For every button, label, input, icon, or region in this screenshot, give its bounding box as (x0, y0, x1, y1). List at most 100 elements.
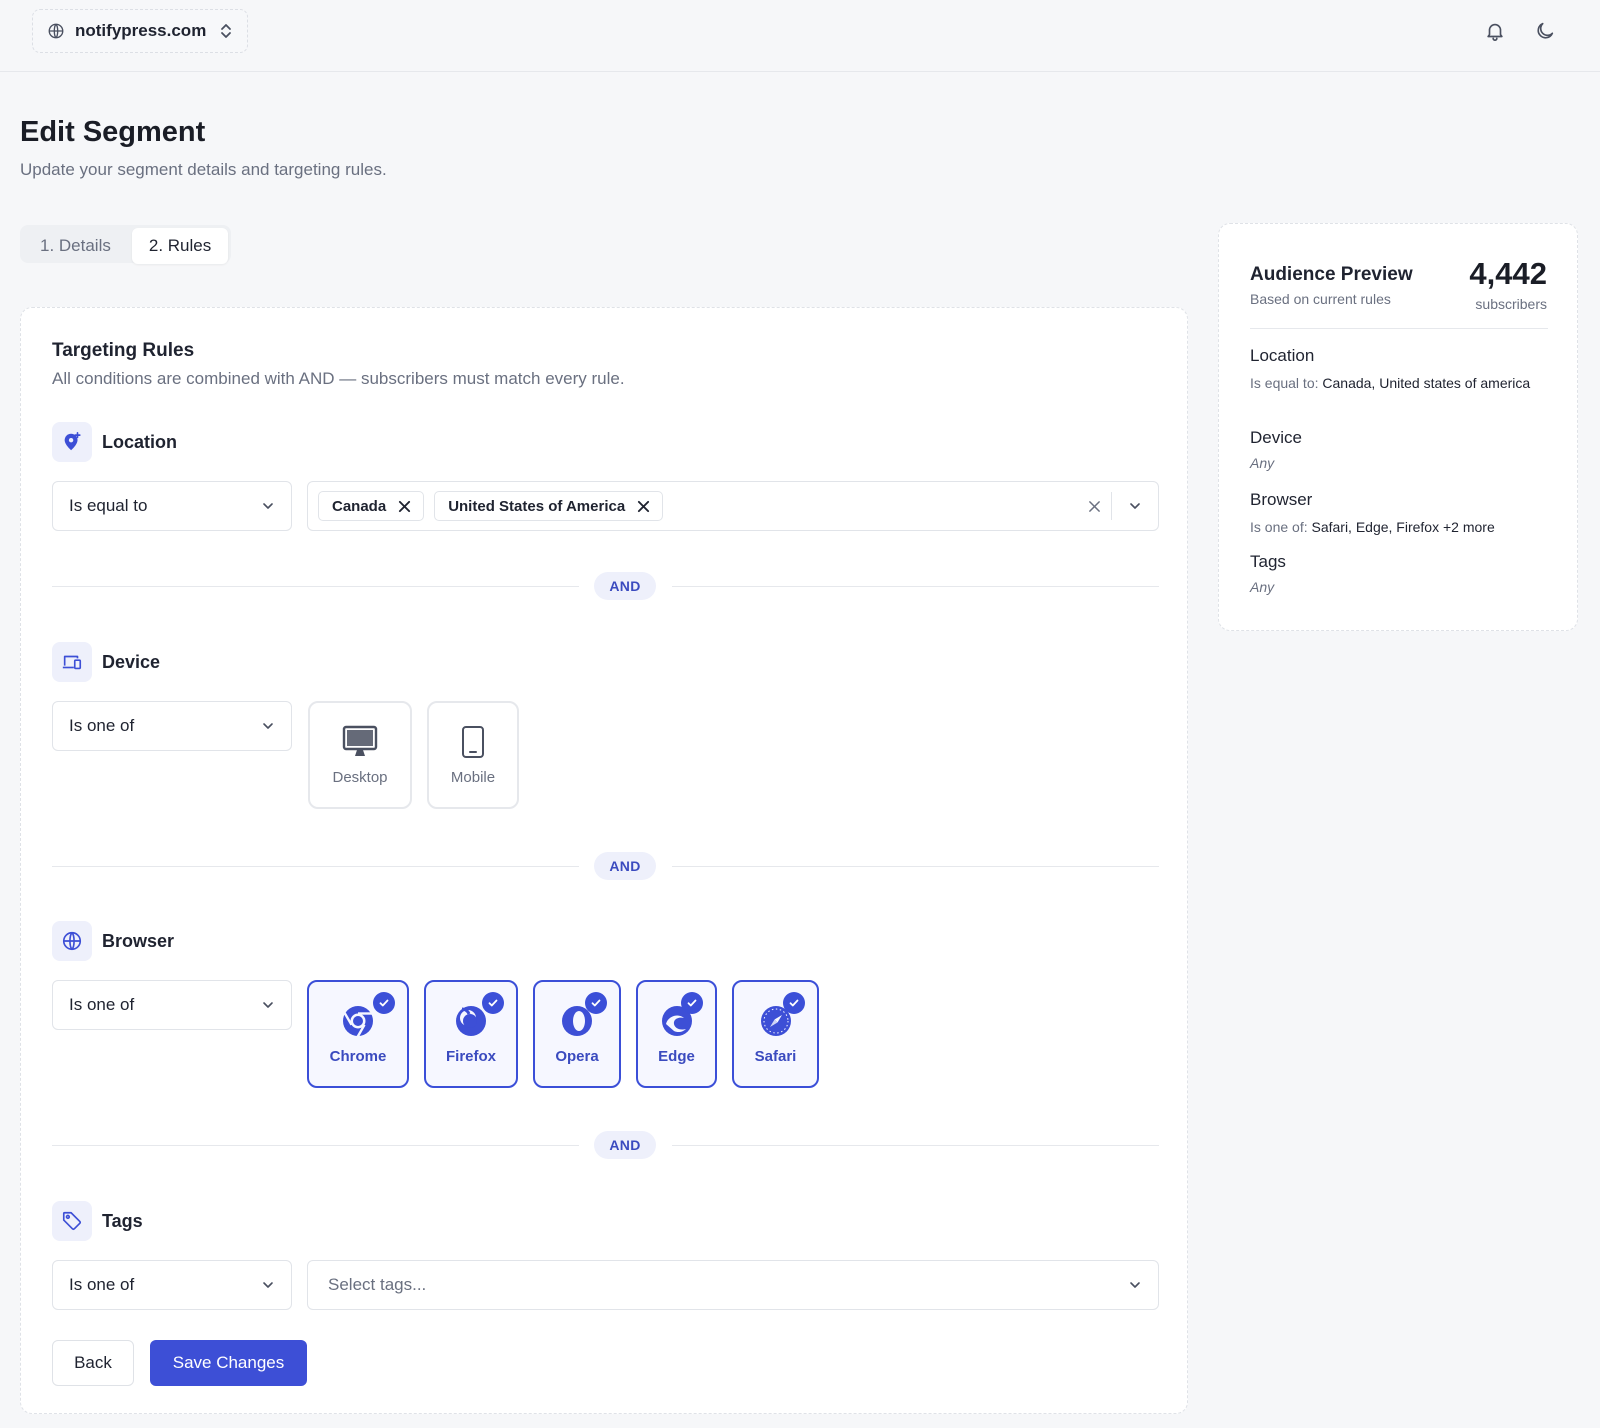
device-option-mobile[interactable]: Mobile (427, 701, 519, 809)
location-chip: Canada (318, 491, 425, 521)
tags-label: Tags (102, 1210, 143, 1231)
tags-placeholder: Select tags... (328, 1275, 427, 1294)
browser-option-firefox[interactable]: Firefox (424, 980, 518, 1088)
subscriber-count-label: subscribers (1475, 296, 1547, 312)
map-pin-icon (52, 422, 92, 462)
bell-icon[interactable] (1482, 18, 1508, 44)
location-label: Location (102, 431, 177, 452)
divider (1111, 492, 1112, 520)
browser-option-edge[interactable]: Edge (636, 980, 717, 1088)
save-changes-button[interactable]: Save Changes (150, 1340, 307, 1386)
globe-icon (47, 22, 65, 40)
site-name: notifypress.com (75, 21, 207, 40)
devices-icon (52, 642, 92, 682)
device-label: Device (102, 651, 161, 672)
preview-device-value: Any (1250, 455, 1275, 471)
browser-option-chrome[interactable]: Chrome (307, 980, 409, 1088)
preview-location-prefix: Is equal to: (1250, 375, 1319, 391)
check-icon (585, 992, 607, 1014)
browser-option-opera[interactable]: Opera (533, 980, 621, 1088)
browser-rule-header: Browser (52, 921, 174, 961)
preview-subtitle: Based on current rules (1250, 291, 1391, 307)
preview-device-label: Device (1250, 428, 1302, 447)
option-label: Desktop (332, 768, 388, 786)
targeting-rules-card: Targeting Rules All conditions are combi… (20, 307, 1188, 1414)
preview-location-label: Location (1250, 346, 1315, 365)
card-title: Targeting Rules (52, 340, 195, 361)
check-icon (783, 992, 805, 1014)
device-operator-select[interactable]: Is one of (52, 701, 292, 751)
globe-icon (52, 921, 92, 961)
step-tabs: 1. Details 2. Rules (20, 225, 232, 264)
preview-title: Audience Preview (1250, 264, 1413, 285)
divider (1250, 328, 1548, 329)
chevron-up-down-icon (219, 22, 233, 40)
top-bar: notifypress.com (0, 0, 1600, 72)
option-label: Chrome (329, 1047, 387, 1065)
moon-icon[interactable] (1532, 18, 1558, 44)
preview-tags-value: Any (1250, 579, 1275, 595)
chevron-down-icon (261, 1278, 275, 1292)
tab-rules[interactable]: 2. Rules (131, 228, 229, 264)
chevron-down-icon (261, 499, 275, 513)
chevron-down-icon (1128, 1278, 1148, 1292)
and-badge: AND (594, 852, 656, 880)
location-rule-header: Location (52, 422, 177, 462)
preview-browser-value: Is one of: Safari, Edge, Firefox +2 more (1250, 517, 1548, 537)
and-separator: AND (52, 571, 1159, 601)
check-icon (373, 992, 395, 1014)
preview-browser: Browser Is one of: Safari, Edge, Firefox… (1250, 490, 1548, 537)
preview-device: Device Any (1250, 428, 1548, 471)
audience-preview-card: Audience Preview Based on current rules … (1218, 223, 1578, 631)
option-label: Edge (658, 1047, 695, 1065)
tags-operator-select[interactable]: Is one of (52, 1260, 292, 1310)
clear-all-icon[interactable] (1088, 500, 1101, 513)
check-icon (681, 992, 703, 1014)
card-subtitle: All conditions are combined with AND — s… (52, 369, 625, 388)
tags-rule-header: Tags (52, 1201, 143, 1241)
page-subtitle: Update your segment details and targetin… (20, 160, 387, 179)
remove-chip-icon[interactable] (637, 500, 650, 513)
preview-tags-label: Tags (1250, 552, 1286, 571)
option-label: Opera (555, 1047, 599, 1065)
location-operator-value: Is equal to (69, 496, 148, 515)
check-icon (482, 992, 504, 1014)
subscriber-count: 4,442 (1469, 256, 1547, 291)
device-option-desktop[interactable]: Desktop (308, 701, 412, 809)
desktop-icon (342, 725, 378, 759)
chip-label: Canada (332, 497, 387, 515)
location-values-select[interactable]: Canada United States of America (307, 481, 1159, 531)
option-label: Firefox (445, 1047, 496, 1065)
chip-label: United States of America (448, 497, 626, 515)
preview-location-text: Canada, United states of america (1322, 375, 1531, 391)
browser-operator-select[interactable]: Is one of (52, 980, 292, 1030)
and-badge: AND (594, 572, 656, 600)
remove-chip-icon[interactable] (398, 500, 411, 513)
mobile-icon (461, 725, 485, 759)
preview-browser-prefix: Is one of: (1250, 519, 1308, 535)
chevron-down-icon[interactable] (1122, 499, 1148, 513)
page-title: Edit Segment (20, 116, 206, 148)
tags-select[interactable]: Select tags... (307, 1260, 1159, 1310)
device-operator-value: Is one of (69, 716, 135, 735)
and-separator: AND (52, 851, 1159, 881)
option-label: Mobile (450, 768, 496, 786)
preview-location-value: Is equal to: Canada, United states of am… (1250, 373, 1548, 393)
chrome-icon (341, 1004, 375, 1038)
browser-label: Browser (102, 930, 175, 951)
preview-browser-label: Browser (1250, 490, 1313, 509)
preview-browser-text: Safari, Edge, Firefox +2 more (1311, 519, 1495, 535)
and-separator: AND (52, 1130, 1159, 1160)
tags-operator-value: Is one of (69, 1275, 135, 1294)
location-chip: United States of America (434, 491, 664, 521)
device-rule-header: Device (52, 642, 160, 682)
preview-tags: Tags Any (1250, 552, 1548, 595)
site-switcher[interactable]: notifypress.com (32, 9, 248, 53)
tag-icon (52, 1201, 92, 1241)
tab-details[interactable]: 1. Details (23, 228, 128, 264)
chevron-down-icon (261, 719, 275, 733)
back-button[interactable]: Back (52, 1340, 134, 1386)
option-label: Safari (754, 1047, 797, 1065)
browser-option-safari[interactable]: Safari (732, 980, 819, 1088)
location-operator-select[interactable]: Is equal to (52, 481, 292, 531)
